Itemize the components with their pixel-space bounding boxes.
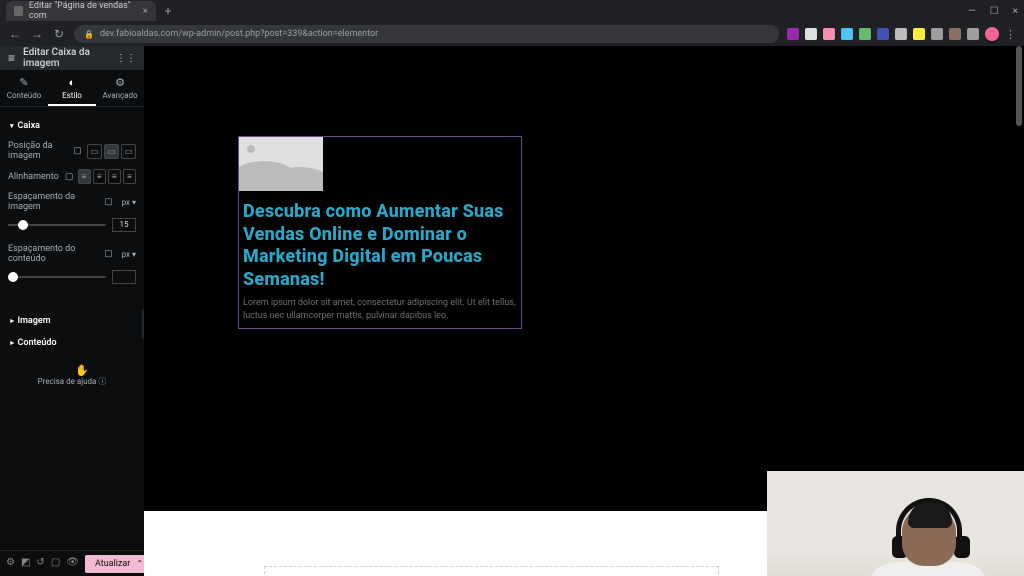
address-bar[interactable]: 🔒 dev.fabioaldas.com/wp-admin/post.php?p… [74,25,779,43]
contrast-icon: ◐ [48,76,96,89]
close-tab-icon[interactable]: × [143,6,148,17]
pos-top-button[interactable]: ▭ [104,144,119,159]
publish-button[interactable]: Atualizar⌃ [85,555,153,573]
editor-canvas[interactable]: Descubra como Aumentar Suas Vendas Onlin… [144,46,1024,576]
sidebar-title: Editar Caixa da imagem [23,47,108,69]
preview-icon[interactable]: 👁 [66,557,79,571]
navigator-icon[interactable]: ◩ [21,557,30,571]
chevron-up-icon: ⌃ [136,559,143,568]
extension-icon[interactable] [931,28,943,40]
label-posicao: Posição da imagem [8,141,66,161]
pencil-icon: ✎ [0,76,48,89]
extension-icon[interactable] [823,28,835,40]
extension-icon[interactable] [877,28,889,40]
tab-advanced[interactable]: ⚙Avançado [96,70,144,106]
empty-section-dropzone[interactable] [264,566,719,576]
align-right-button[interactable]: ≡ [108,169,121,184]
tab-style[interactable]: ◐Estilo [48,70,96,106]
tab-content[interactable]: ✎Conteúdo [0,70,48,106]
new-tab-button[interactable]: + [160,3,176,19]
spacing-image-value[interactable]: 15 [112,218,136,232]
extension-icon[interactable] [805,28,817,40]
unit-select-2[interactable]: px ▾ [116,250,136,259]
editor-sidebar: ≡ Editar Caixa da imagem ⋮⋮ ✎Conteúdo ◐E… [0,46,144,576]
favicon [14,6,23,16]
reload-button[interactable]: ↻ [52,27,66,41]
spacing-content-value[interactable] [112,270,136,284]
profile-avatar[interactable] [985,27,999,41]
apps-icon[interactable]: ⋮⋮ [116,53,136,64]
label-esp-conteudo: Espaçamento do conteúdo [8,244,97,264]
card-title: Descubra como Aumentar Suas Vendas Onlin… [243,201,517,291]
placeholder-image [239,137,323,191]
responsive-icon[interactable]: ▢ [101,195,116,210]
extension-icon[interactable] [895,28,907,40]
url-text: dev.fabioaldas.com/wp-admin/post.php?pos… [100,29,378,39]
menu-icon[interactable]: ≡ [8,51,15,65]
extension-icon[interactable] [841,28,853,40]
pos-right-button[interactable]: ▭ [121,144,136,159]
responsive-mode-icon[interactable]: ▢ [51,557,60,571]
card-description: Lorem ipsum dolor sit amet, consectetur … [243,297,517,322]
panel-conteudo[interactable]: ▾Conteúdo [8,332,136,354]
chevron-right-icon: ▾ [8,319,16,323]
history-icon[interactable]: ↺ [36,557,44,571]
spacing-content-slider[interactable] [8,276,106,278]
panel-imagem[interactable]: ▾Imagem [8,310,136,332]
window-close-icon[interactable]: × [1013,6,1018,17]
responsive-icon[interactable]: ▢ [101,247,116,262]
align-justify-button[interactable]: ≡ [123,169,136,184]
kebab-icon[interactable]: ⋮ [1005,28,1016,41]
label-alinhamento: Alinhamento [8,172,59,182]
back-button[interactable]: ← [8,27,22,41]
extension-icon[interactable] [967,28,979,40]
webcam-overlay [767,471,1024,576]
extension-icon[interactable] [913,28,925,40]
tab-title: Editar "Página de vendas" com [29,1,137,21]
pos-left-button[interactable]: ▭ [87,144,102,159]
align-left-button[interactable]: ≡ [78,169,91,184]
help-icon: ⓘ [98,377,106,386]
align-center-button[interactable]: ≡ [93,169,106,184]
responsive-icon[interactable]: ▢ [63,169,76,184]
help-link[interactable]: Precisa de ajuda ⓘ [8,376,136,387]
window-maximize-icon[interactable]: ☐ [990,6,999,17]
image-box-widget[interactable]: Descubra como Aumentar Suas Vendas Onlin… [238,136,522,329]
settings-icon[interactable]: ⚙ [6,557,15,571]
extension-icon[interactable] [949,28,961,40]
gear-icon: ⚙ [96,76,144,89]
extension-icon[interactable] [859,28,871,40]
forward-button[interactable]: → [30,27,44,41]
chevron-down-icon: ▾ [10,122,14,130]
chevron-right-icon: ▾ [8,341,16,345]
lock-icon: 🔒 [84,30,94,39]
spacing-image-slider[interactable] [8,224,106,226]
window-minimize-icon[interactable]: — [968,6,976,17]
unit-select[interactable]: px ▾ [116,198,136,207]
browser-tab[interactable]: Editar "Página de vendas" com × [6,1,156,21]
extension-icon[interactable] [787,28,799,40]
responsive-icon[interactable]: ▢ [70,144,85,159]
label-esp-imagem: Espaçamento da imagem [8,192,97,212]
panel-caixa[interactable]: ▾Caixa [8,115,136,137]
